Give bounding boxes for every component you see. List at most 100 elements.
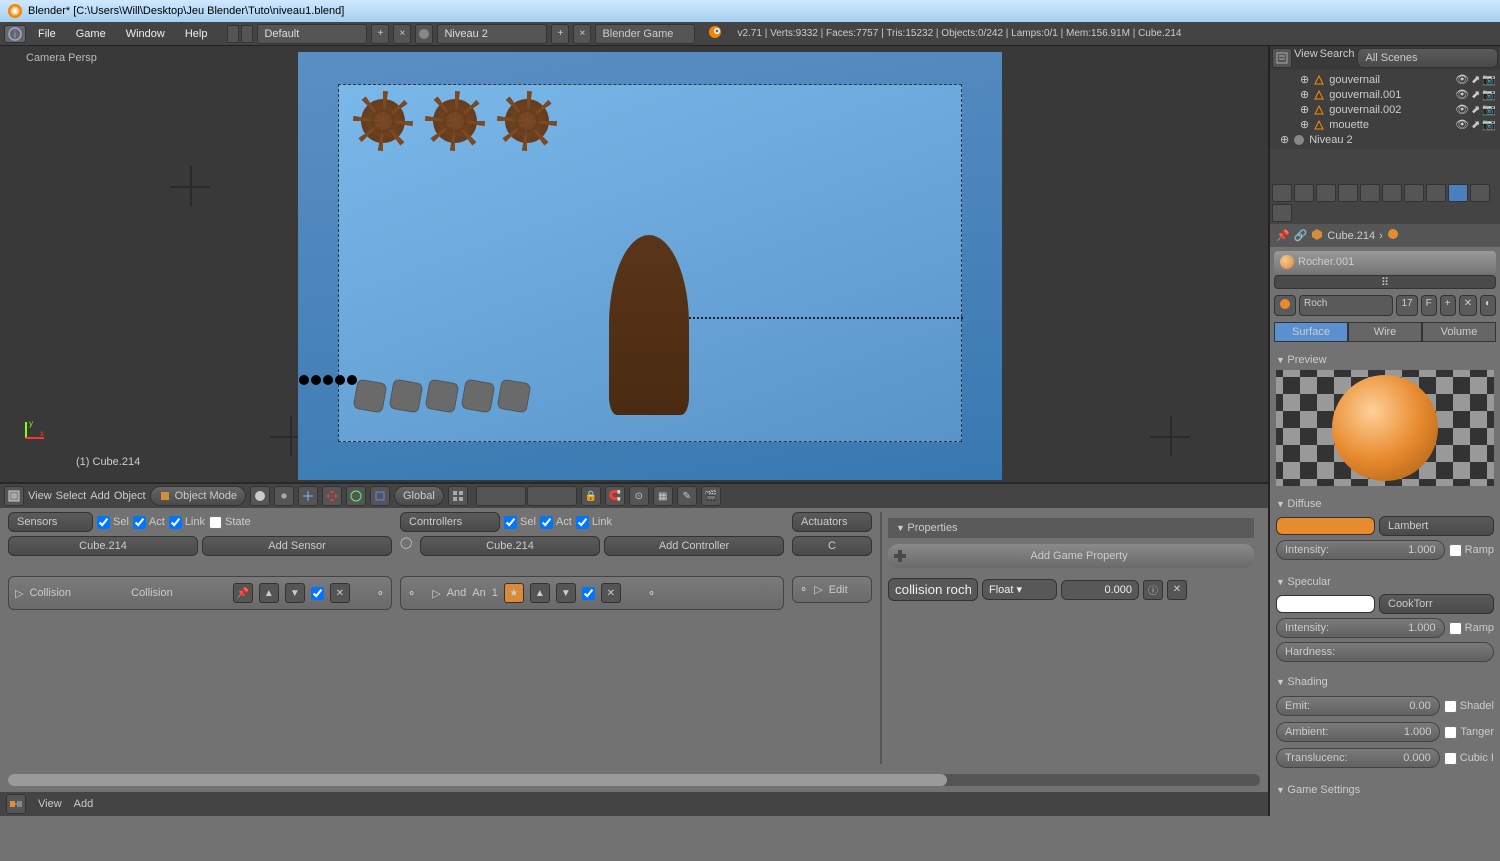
pin-icon[interactable]: 📌 bbox=[1276, 229, 1290, 242]
info-editor-icon[interactable]: i bbox=[4, 25, 26, 43]
tree-item-gouvernail001[interactable]: ⊕ gouvernail.001 👁⬈📷 bbox=[1272, 87, 1498, 102]
controller-object[interactable]: Cube.214 bbox=[420, 536, 600, 556]
remove-icon[interactable]: ✕ bbox=[601, 583, 621, 603]
ambient-field[interactable]: Ambient:1.000 bbox=[1276, 722, 1440, 742]
diffuse-shader[interactable]: Lambert bbox=[1379, 516, 1494, 536]
node-toggle-icon[interactable]: ◐ bbox=[1480, 295, 1496, 316]
new-material-button[interactable]: + bbox=[1440, 295, 1456, 316]
connector-in-icon[interactable]: ⚬ bbox=[407, 587, 416, 600]
horizontal-scrollbar[interactable] bbox=[8, 774, 1260, 786]
tree-item-gouvernail002[interactable]: ⊕ gouvernail.002 👁⬈📷 bbox=[1272, 102, 1498, 117]
menu-window[interactable]: Window bbox=[118, 28, 173, 40]
cursor-icon[interactable]: ⬈ bbox=[1471, 103, 1480, 116]
priority-icon[interactable]: ★ bbox=[504, 583, 524, 603]
del-layout-button[interactable]: × bbox=[393, 24, 411, 44]
add-layout-button[interactable]: + bbox=[371, 24, 389, 44]
render-icon[interactable]: 📷 bbox=[1482, 103, 1496, 116]
menu-game[interactable]: Game bbox=[68, 28, 114, 40]
tab-constraint-icon[interactable] bbox=[1382, 184, 1402, 202]
ramp-checkbox[interactable] bbox=[1449, 544, 1462, 557]
state-circle-icon[interactable]: ◯ bbox=[400, 536, 416, 556]
emit-field[interactable]: Emit:0.00 bbox=[1276, 696, 1440, 716]
expand-icon[interactable]: ▷ bbox=[432, 587, 440, 600]
render-engine-selector[interactable]: Blender Game bbox=[595, 24, 695, 44]
material-name-input[interactable]: Roch bbox=[1299, 295, 1393, 316]
add-menu[interactable]: Add bbox=[74, 798, 94, 810]
active-checkbox[interactable] bbox=[311, 587, 324, 600]
tab-material-icon[interactable] bbox=[1448, 184, 1468, 202]
diffuse-color[interactable] bbox=[1276, 517, 1375, 535]
material-slot[interactable]: Rocher.001 bbox=[1274, 251, 1496, 273]
object-menu[interactable]: Object bbox=[114, 490, 146, 502]
specular-intensity[interactable]: Intensity:1.000 bbox=[1276, 618, 1445, 638]
render-icon[interactable]: 📷 bbox=[1482, 73, 1496, 86]
translate-icon[interactable] bbox=[322, 486, 342, 506]
menu-help[interactable]: Help bbox=[177, 28, 216, 40]
expand-icon[interactable]: ▷ bbox=[814, 583, 822, 596]
select-menu[interactable]: Select bbox=[56, 490, 87, 502]
gpencil-icon[interactable]: ✎ bbox=[677, 486, 697, 506]
actuators-dropdown[interactable]: Actuators bbox=[792, 512, 872, 532]
controllers-dropdown[interactable]: Controllers bbox=[400, 512, 500, 532]
layers-icon[interactable] bbox=[448, 486, 468, 506]
scene-browse-icon[interactable] bbox=[415, 24, 433, 44]
actuator-object[interactable]: C bbox=[792, 536, 872, 556]
link-checkbox[interactable] bbox=[576, 516, 589, 529]
translucency-field[interactable]: Translucenc:0.000 bbox=[1276, 748, 1440, 768]
screen-layout-buttons[interactable] bbox=[227, 25, 253, 43]
eye-icon[interactable]: 👁 bbox=[1455, 103, 1469, 116]
menu-file[interactable]: File bbox=[30, 28, 64, 40]
move-up-icon[interactable]: ▲ bbox=[259, 583, 279, 603]
add-menu[interactable]: Add bbox=[90, 490, 110, 502]
tab-render-icon[interactable] bbox=[1272, 184, 1292, 202]
tree-item-gouvernail[interactable]: ⊕ gouvernail 👁⬈📷 bbox=[1272, 72, 1498, 87]
scene-selector[interactable]: Niveau 2 bbox=[437, 24, 547, 44]
outliner-filter[interactable]: All Scenes bbox=[1357, 48, 1498, 68]
eye-icon[interactable]: 👁 bbox=[1455, 118, 1469, 131]
game-settings-panel[interactable]: Game Settings bbox=[1270, 776, 1500, 804]
cursor-icon[interactable]: ⬈ bbox=[1471, 118, 1480, 131]
tab-data-icon[interactable] bbox=[1426, 184, 1446, 202]
layer-buttons[interactable] bbox=[476, 486, 577, 506]
manipulator-icon[interactable] bbox=[298, 486, 318, 506]
state-checkbox[interactable] bbox=[209, 516, 222, 529]
3d-viewport[interactable]: Camera Persp bbox=[0, 46, 1268, 484]
del-scene-button[interactable]: × bbox=[573, 24, 591, 44]
scale-icon[interactable] bbox=[370, 486, 390, 506]
render-icon[interactable]: 📷 bbox=[1482, 118, 1496, 131]
shadeless-checkbox[interactable] bbox=[1444, 700, 1457, 713]
tab-scene-icon[interactable] bbox=[1316, 184, 1336, 202]
remove-prop-icon[interactable]: ✕ bbox=[1167, 580, 1187, 600]
render-border-icon[interactable]: ▦ bbox=[653, 486, 673, 506]
users-count[interactable]: 17 bbox=[1396, 295, 1417, 316]
outliner-search-menu[interactable]: Search bbox=[1320, 48, 1355, 68]
unlink-material-button[interactable]: ✕ bbox=[1459, 295, 1477, 316]
snap-target-icon[interactable]: ⊙ bbox=[629, 486, 649, 506]
move-up-icon[interactable]: ▲ bbox=[530, 583, 550, 603]
rotate-icon[interactable] bbox=[346, 486, 366, 506]
clapper-icon[interactable]: 🎬 bbox=[701, 486, 721, 506]
act-checkbox[interactable] bbox=[133, 516, 146, 529]
add-sensor-button[interactable]: Add Sensor bbox=[202, 536, 392, 556]
specular-shader[interactable]: CookTorr bbox=[1379, 594, 1494, 614]
lock-camera-icon[interactable]: 🔒 bbox=[581, 486, 601, 506]
link-checkbox[interactable] bbox=[169, 516, 182, 529]
render-icon[interactable]: 📷 bbox=[1482, 88, 1496, 101]
pivot-icon[interactable] bbox=[274, 486, 294, 506]
cubic-checkbox[interactable] bbox=[1444, 752, 1457, 765]
specular-header[interactable]: Specular bbox=[1276, 572, 1494, 592]
sensor-object[interactable]: Cube.214 bbox=[8, 536, 198, 556]
tab-object-icon[interactable] bbox=[1360, 184, 1380, 202]
shading-header[interactable]: Shading bbox=[1276, 672, 1494, 692]
shading-mode-icon[interactable] bbox=[250, 486, 270, 506]
mode-selector[interactable]: Object Mode bbox=[150, 486, 246, 506]
property-type-select[interactable]: Float ▾ bbox=[982, 579, 1057, 600]
tab-texture-icon[interactable] bbox=[1470, 184, 1490, 202]
cursor-icon[interactable]: ⬈ bbox=[1471, 73, 1480, 86]
add-game-property-button[interactable]: Add Game Property bbox=[888, 544, 1254, 568]
info-icon[interactable]: ⓘ bbox=[1143, 580, 1163, 600]
preview-header[interactable]: Preview bbox=[1276, 350, 1494, 370]
properties-tabs[interactable] bbox=[1270, 182, 1500, 224]
eye-icon[interactable]: 👁 bbox=[1455, 88, 1469, 101]
diffuse-header[interactable]: Diffuse bbox=[1276, 494, 1494, 514]
